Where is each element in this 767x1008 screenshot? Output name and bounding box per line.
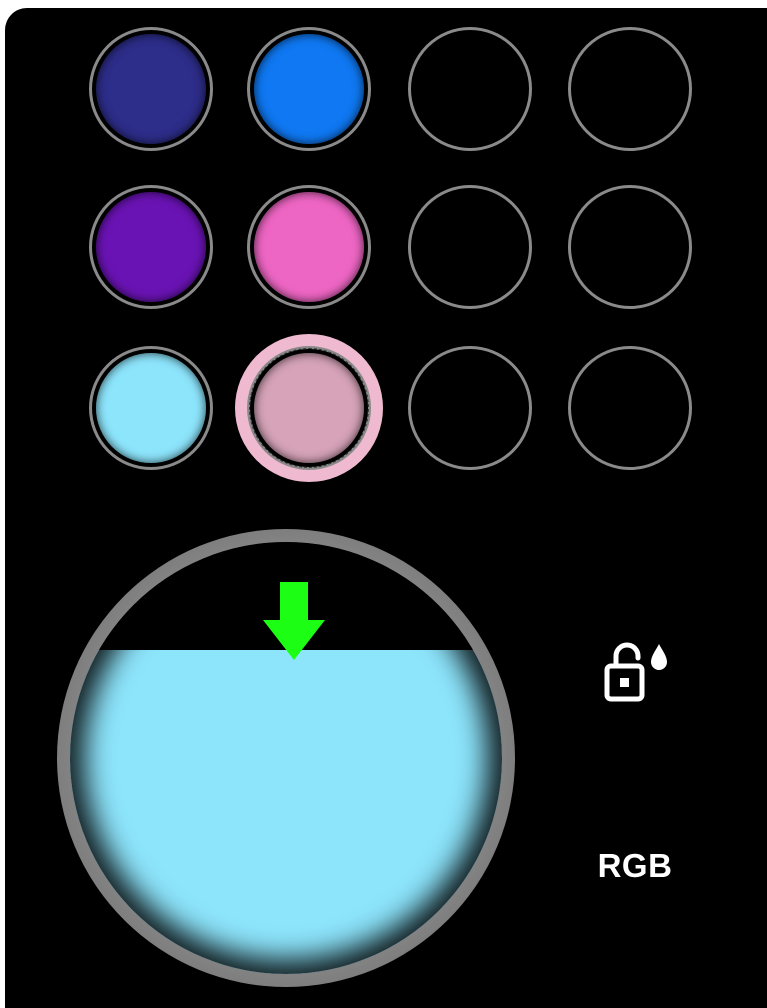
swatch-grid [5, 8, 767, 508]
color-dial-fill [70, 650, 502, 974]
empty-swatch[interactable] [408, 346, 532, 470]
empty-swatch[interactable] [568, 27, 692, 151]
color-swatch[interactable] [247, 346, 371, 470]
color-swatch[interactable] [247, 27, 371, 151]
empty-swatch[interactable] [408, 185, 532, 309]
color-swatch[interactable] [89, 346, 213, 470]
unlock-droplet-icon[interactable] [602, 637, 672, 709]
rgb-mode-button[interactable]: RGB [590, 846, 680, 886]
color-swatch[interactable] [89, 27, 213, 151]
empty-swatch[interactable] [568, 346, 692, 470]
color-picker-panel: RGB [5, 8, 767, 1008]
empty-swatch[interactable] [568, 185, 692, 309]
arrow-down-icon[interactable] [263, 582, 325, 662]
empty-swatch[interactable] [408, 27, 532, 151]
selection-ring [249, 348, 369, 468]
color-swatch[interactable] [247, 185, 371, 309]
color-swatch[interactable] [89, 185, 213, 309]
